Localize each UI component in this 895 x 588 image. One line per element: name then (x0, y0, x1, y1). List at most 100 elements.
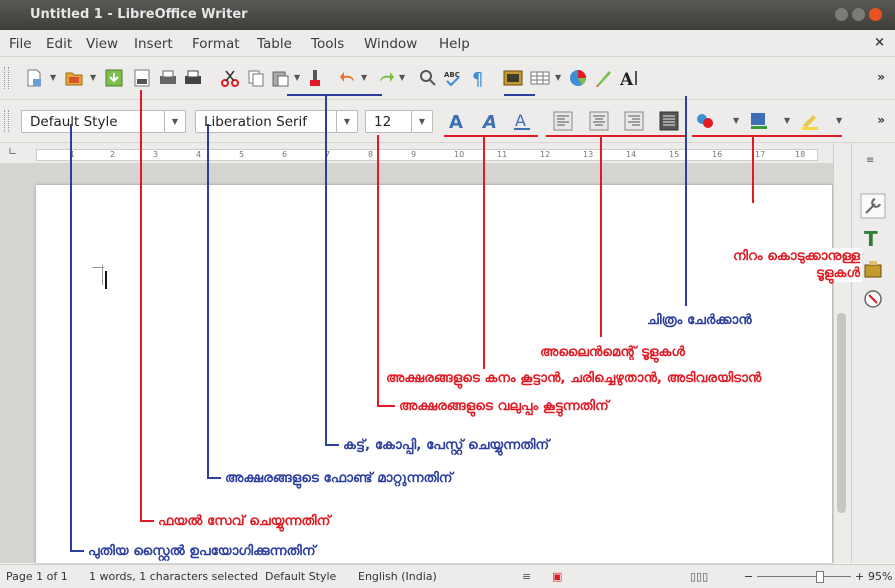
language[interactable]: English (India) (358, 570, 437, 583)
menu-help[interactable]: Help (439, 36, 470, 52)
background-color-icon[interactable] (800, 111, 820, 131)
ruler[interactable]: ∟ 1 2 3 4 5 6 7 8 9 10 11 12 13 14 15 16… (0, 143, 833, 163)
annotation-new-style: പുതിയ സ്റ്റൈൽ ഉപയോഗിക്കുന്നതിന് (86, 543, 318, 559)
highlight-dropdown-icon[interactable]: ▼ (784, 116, 790, 125)
font-name-box[interactable]: Liberation Serif ▼ (195, 110, 358, 133)
page-style[interactable]: Default Style (265, 570, 336, 583)
save-icon[interactable] (104, 68, 124, 88)
background-color-dropdown-icon[interactable]: ▼ (836, 116, 842, 125)
align-right-icon[interactable] (624, 111, 644, 131)
insert-text-box-icon[interactable]: A (620, 68, 640, 88)
leader-color-tools (752, 135, 754, 203)
italic-icon[interactable]: A (481, 111, 501, 131)
menu-table[interactable]: Table (257, 36, 292, 52)
annotation-alignment: അലൈൻമെന്റ് ടൂളുകൾ (538, 344, 687, 360)
minimize-button[interactable] (835, 8, 848, 21)
word-count: 1 words, 1 characters selected (89, 570, 259, 583)
open-folder-icon[interactable] (64, 68, 84, 88)
ruler-tick: 18 (795, 150, 806, 159)
zoom-slider-handle[interactable] (816, 571, 824, 583)
underline-icon[interactable]: A (512, 111, 532, 131)
ruler-tick: 13 (583, 150, 594, 159)
bold-icon[interactable]: A (447, 111, 467, 131)
new-dropdown-icon[interactable]: ▼ (50, 73, 56, 82)
toolbar-grip[interactable] (4, 110, 9, 132)
tab-stop-icon[interactable]: ∟ (8, 145, 17, 158)
toolbar1-more-icon[interactable]: » (877, 70, 885, 84)
menu-file[interactable]: File (9, 36, 32, 52)
svg-text:A: A (449, 112, 463, 131)
menu-format[interactable]: Format (192, 36, 240, 52)
close-button[interactable] (869, 8, 882, 21)
svg-text:¶: ¶ (472, 69, 483, 88)
close-document-icon[interactable]: × (874, 35, 885, 50)
print-icon[interactable] (158, 68, 178, 88)
draw-functions-icon[interactable] (594, 68, 614, 88)
zoom-slider[interactable] (757, 576, 851, 577)
scrollbar-thumb[interactable] (837, 313, 846, 513)
ruler-tick: 9 (411, 150, 417, 159)
find-replace-icon[interactable] (418, 68, 438, 88)
ruler-track[interactable]: 1 2 3 4 5 6 7 8 9 10 11 12 13 14 15 16 1… (36, 149, 818, 161)
new-document-icon[interactable] (24, 68, 44, 88)
menu-view[interactable]: View (86, 36, 118, 52)
cut-icon[interactable] (220, 68, 240, 88)
formatting-marks-icon[interactable]: ¶ (468, 68, 488, 88)
document-area (0, 163, 833, 563)
maximize-button[interactable] (852, 8, 865, 21)
table-dropdown-icon[interactable]: ▼ (555, 73, 561, 82)
standard-toolbar: ▼ ▼ ▼ ▼ ▼ ABC ¶ ▼ A » (0, 57, 895, 100)
toolbar-grip[interactable] (4, 67, 9, 89)
font-color-dropdown-icon[interactable]: ▼ (733, 116, 739, 125)
menu-insert[interactable]: Insert (134, 36, 173, 52)
print-preview-icon[interactable] (183, 68, 203, 88)
signature-icon[interactable]: ▣ (552, 570, 562, 583)
vertical-scrollbar[interactable] (833, 143, 851, 563)
insert-chart-icon[interactable] (568, 68, 588, 88)
menu-window[interactable]: Window (364, 36, 417, 52)
ruler-tick: 11 (497, 150, 508, 159)
menu-bar: File Edit View Insert Format Table Tools… (0, 30, 895, 57)
insert-table-icon[interactable] (530, 68, 550, 88)
redo-dropdown-icon[interactable]: ▼ (399, 73, 405, 82)
redo-icon[interactable] (376, 68, 396, 88)
page-count[interactable]: Page 1 of 1 (6, 570, 68, 583)
align-left-icon[interactable] (553, 111, 573, 131)
paste-dropdown-icon[interactable]: ▼ (294, 73, 300, 82)
leader-save-h (140, 520, 154, 522)
styles-icon[interactable]: T (862, 227, 884, 249)
zoom-in-button[interactable]: + (855, 570, 864, 583)
view-layout-icon[interactable]: ▯▯▯ (690, 570, 708, 583)
toolbar2-more-icon[interactable]: » (877, 113, 885, 127)
align-center-icon[interactable] (589, 111, 609, 131)
zoom-out-button[interactable]: − (744, 570, 753, 583)
open-dropdown-icon[interactable]: ▼ (90, 73, 96, 82)
paste-icon[interactable] (270, 68, 290, 88)
menu-edit[interactable]: Edit (46, 36, 72, 52)
undo-icon[interactable] (338, 68, 358, 88)
undo-dropdown-icon[interactable]: ▼ (361, 73, 367, 82)
insert-mode-icon[interactable]: ≡ (522, 570, 531, 583)
navigator-icon[interactable] (863, 289, 883, 309)
chevron-down-icon[interactable]: ▼ (164, 111, 185, 132)
paragraph-style-box[interactable]: Default Style ▼ (21, 110, 186, 133)
insert-image-icon[interactable] (503, 68, 523, 88)
font-color-icon[interactable] (695, 111, 715, 131)
highlight-icon[interactable] (749, 111, 769, 131)
copy-icon[interactable] (246, 68, 266, 88)
sidebar-menu-icon[interactable]: ≡ (866, 155, 874, 166)
gallery-icon[interactable] (863, 259, 883, 279)
menu-tools[interactable]: Tools (311, 36, 344, 52)
spellcheck-icon[interactable]: ABC (443, 68, 463, 88)
chevron-down-icon[interactable]: ▼ (411, 111, 432, 132)
chevron-down-icon[interactable]: ▼ (336, 111, 357, 132)
zoom-level[interactable]: 95% (868, 570, 892, 583)
properties-wrench-icon[interactable] (860, 193, 886, 219)
ruler-tick: 15 (669, 150, 680, 159)
export-pdf-icon[interactable] (132, 68, 152, 88)
clone-formatting-icon[interactable] (305, 68, 325, 88)
justify-icon[interactable] (659, 111, 679, 131)
font-size-box[interactable]: 12 ▼ (365, 110, 433, 133)
svg-text:T: T (864, 227, 878, 249)
status-bar: Page 1 of 1 1 words, 1 characters select… (0, 564, 895, 588)
